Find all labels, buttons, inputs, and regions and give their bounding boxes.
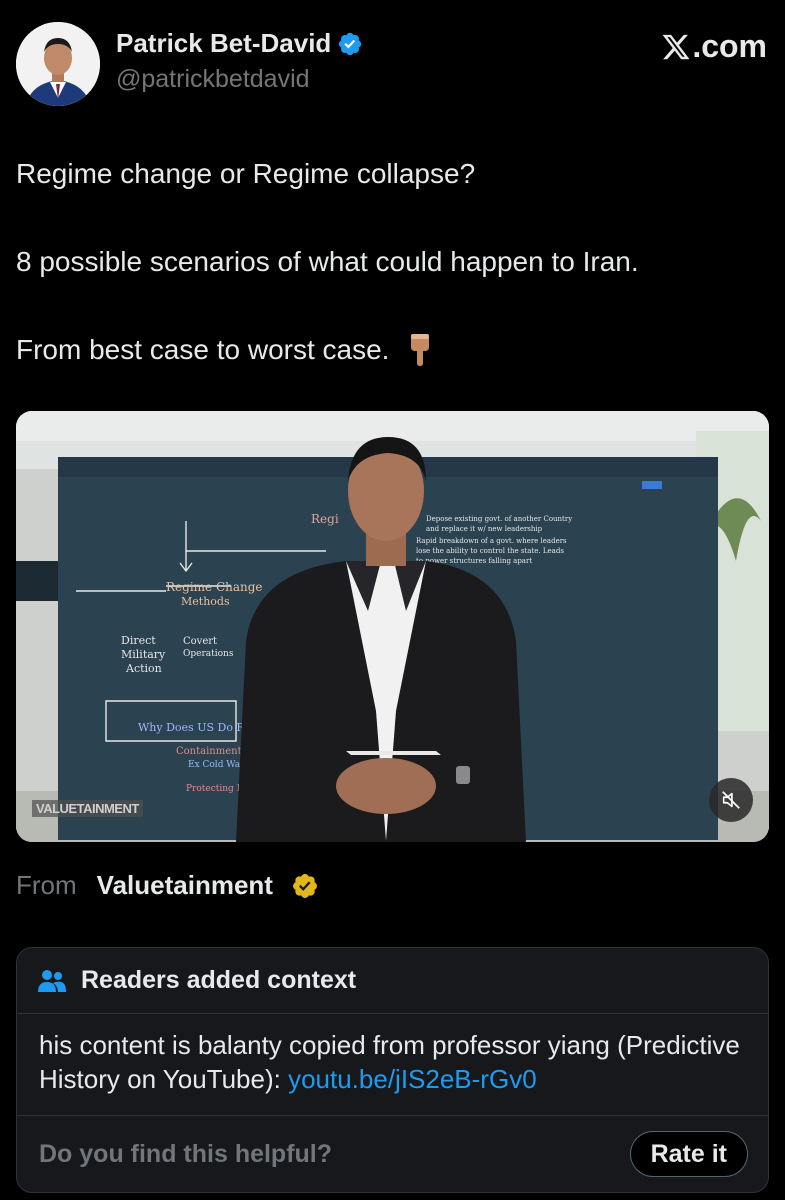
- author-name-row[interactable]: Patrick Bet-David: [116, 28, 363, 59]
- rate-it-button[interactable]: Rate it: [629, 1131, 748, 1177]
- video-watermark: VALUETAINMENT: [32, 800, 143, 817]
- source-attribution: From Valuetainment: [16, 870, 319, 901]
- board-text-methods: Regime Change: [166, 580, 263, 594]
- board-text-military: Military: [121, 648, 166, 661]
- source-name-link[interactable]: Valuetainment: [97, 870, 273, 901]
- video-player[interactable]: Regi Regime Change Methods Direct Milita…: [16, 411, 769, 842]
- verified-badge-icon: [339, 32, 362, 55]
- site-label: .com: [692, 28, 767, 64]
- board-text-coldwar: Ex Cold Wa: [188, 760, 241, 770]
- readers-context-card: Readers added context his content is bal…: [16, 947, 769, 1193]
- gold-verified-badge-icon: [292, 873, 317, 898]
- board-text-operations: Operations: [183, 649, 234, 659]
- board-text-methods-2: Methods: [181, 595, 230, 608]
- people-icon: [38, 969, 66, 992]
- context-title: Readers added context: [81, 966, 357, 994]
- author-name[interactable]: Patrick Bet-David: [116, 28, 331, 59]
- board-note-2: Rapid breakdown of a govt. where leaders: [416, 537, 567, 545]
- context-header: Readers added context: [17, 948, 768, 1014]
- x-com-link[interactable]: .com: [661, 28, 767, 65]
- tweet-line-1: Regime change or Regime collapse?: [16, 158, 476, 189]
- board-text-action: Action: [125, 662, 162, 675]
- board-text-direct: Direct: [121, 634, 156, 647]
- tweet-line-2: 8 possible scenarios of what could happe…: [16, 246, 639, 277]
- board-text-header: Regi: [311, 512, 339, 526]
- from-label: From: [16, 870, 77, 900]
- board-text-covert: Covert: [183, 636, 217, 647]
- tweet-line-3-text: From best case to worst case.: [16, 334, 390, 365]
- context-footer: Do you find this helpful? Rate it: [17, 1116, 768, 1192]
- board-text-why: Why Does US Do R: [138, 721, 245, 734]
- board-text-contain: Containment: [176, 746, 242, 757]
- mute-button[interactable]: [709, 778, 753, 822]
- tweet-header: Patrick Bet-David @patrickbetdavid .com: [16, 22, 769, 108]
- board-note-2b: lose the ability to control the state. L…: [416, 547, 564, 555]
- muted-speaker-icon: [722, 791, 740, 809]
- board-note-1: Depose existing govt. of another Country: [426, 515, 572, 523]
- author-handle[interactable]: @patrickbetdavid: [116, 65, 363, 94]
- context-body: his content is balanty copied from profe…: [17, 1014, 768, 1116]
- author-block: Patrick Bet-David @patrickbetdavid: [116, 28, 363, 94]
- avatar[interactable]: [16, 22, 100, 106]
- tweet-text: Regime change or Regime collapse? 8 poss…: [16, 156, 769, 420]
- x-logo-icon: [662, 34, 690, 59]
- tweet-line-3: From best case to worst case.: [16, 332, 769, 368]
- board-note-1b: and replace it w/ new leadership: [426, 525, 543, 533]
- context-link[interactable]: youtu.be/jIS2eB-rGv0: [288, 1064, 537, 1094]
- helpful-question: Do you find this helpful?: [39, 1139, 333, 1168]
- pointing-down-icon: [411, 334, 430, 366]
- video-frame: Regi Regime Change Methods Direct Milita…: [16, 411, 769, 842]
